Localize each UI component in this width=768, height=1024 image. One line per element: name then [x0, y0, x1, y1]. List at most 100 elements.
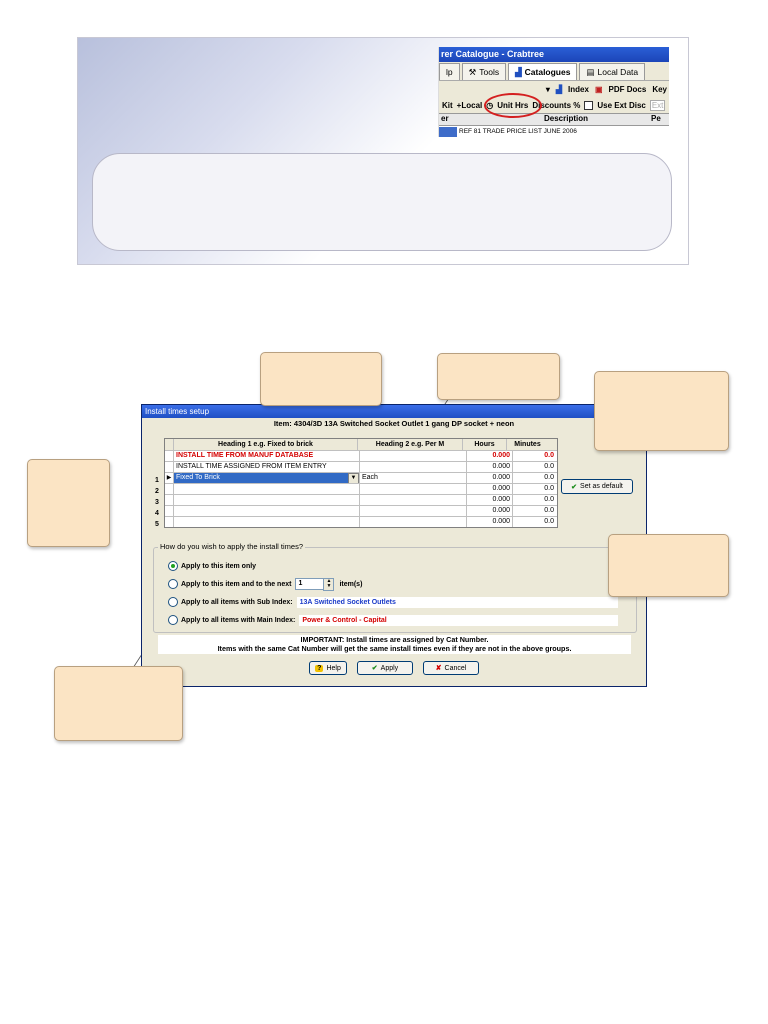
heading2-cell[interactable] [360, 451, 467, 461]
radio-main-index[interactable] [168, 615, 178, 625]
radio-this-item-only[interactable] [168, 561, 178, 571]
heading1-cell[interactable]: INSTALL TIME FROM MANUF DATABASE [174, 451, 360, 461]
hours-cell[interactable]: 0.000 [467, 506, 513, 516]
radio-next-items[interactable] [168, 579, 178, 589]
minutes-cell[interactable]: 0.0 [513, 451, 556, 461]
row-indicator[interactable] [165, 451, 174, 461]
install-times-dialog: Install times setup Item: 4304/3D 13A Sw… [141, 404, 647, 687]
option-sub-index-label: Apply to all items with Sub Index: [181, 598, 293, 606]
set-as-default-button[interactable]: ✔ Set as default [561, 479, 633, 494]
heading2-cell[interactable] [360, 495, 467, 505]
heading2-header: Heading 2 e.g. Per M [358, 439, 463, 450]
hours-cell[interactable]: 0.000 [467, 462, 513, 472]
table-row[interactable]: ▶ Fixed To Brick ▼ Each 0.000 0.0 [165, 473, 557, 484]
option-main-index-label: Apply to all items with Main Index: [181, 616, 296, 624]
row-number: 2 [155, 488, 159, 495]
apply-label: Apply [380, 664, 399, 672]
option-sub-index[interactable]: Apply to all items with Sub Index: 13A S… [168, 596, 618, 608]
table-row[interactable]: INSTALL TIME FROM MANUF DATABASE 0.000 0… [165, 451, 557, 462]
minutes-cell[interactable]: 0.0 [513, 473, 556, 483]
important-line-1: IMPORTANT: Install times are assigned by… [300, 635, 489, 644]
apply-question: How do you wish to apply the install tim… [158, 542, 305, 551]
important-note: IMPORTANT: Install times are assigned by… [158, 635, 631, 654]
row-indicator[interactable] [165, 484, 174, 494]
dialog-buttons: ? Help ✔ Apply ✘ Cancel [142, 661, 646, 675]
minutes-header: Minutes [514, 441, 541, 448]
heading2-cell[interactable] [360, 462, 467, 472]
minutes-cell[interactable]: 0.0 [513, 495, 556, 505]
cancel-x-icon: ✘ [435, 665, 442, 672]
table-row[interactable]: INSTALL TIME ASSIGNED FROM ITEM ENTRY 0.… [165, 462, 557, 473]
option-next-items-label: Apply to this item and to the next [181, 580, 292, 588]
heading1-header: Heading 1 e.g. Fixed to brick [174, 439, 358, 450]
header-indicator [165, 439, 174, 450]
grid-header: Heading 1 e.g. Fixed to brick Heading 2 … [165, 439, 557, 451]
callout-hours [594, 371, 729, 451]
dialog-title: Install times setup [142, 405, 646, 418]
hours-cell[interactable]: 0.000 [467, 473, 513, 483]
table-row[interactable]: 0.000 0.0 [165, 517, 557, 527]
sub-index-value: 13A Switched Socket Outlets [296, 596, 618, 608]
callout-set-default [608, 534, 729, 597]
checkmark-icon: ✔ [571, 483, 578, 491]
items-suffix: item(s) [339, 580, 363, 588]
spinner-arrows-icon[interactable]: ▲ ▼ [323, 578, 335, 591]
dropdown-arrow-icon[interactable]: ▼ [348, 473, 359, 483]
option-next-items[interactable]: Apply to this item and to the next 1 ▲ ▼ … [168, 578, 363, 591]
heading2-cell[interactable] [360, 517, 467, 527]
callout-heading1 [260, 352, 382, 406]
checkmark-icon: ✔ [371, 665, 378, 672]
heading2-cell[interactable]: Each [360, 473, 467, 483]
minutes-cell[interactable]: 0.0 [513, 517, 556, 527]
row-indicator[interactable] [165, 517, 174, 527]
radio-sub-index[interactable] [168, 597, 178, 607]
set-as-default-label: Set as default [580, 483, 623, 490]
row-number: 5 [155, 521, 159, 528]
install-times-grid: Heading 1 e.g. Fixed to brick Heading 2 … [164, 438, 558, 528]
option-this-item-only-label: Apply to this item only [181, 562, 257, 570]
apply-options-group: How do you wish to apply the install tim… [153, 542, 637, 633]
option-this-item-only[interactable]: Apply to this item only [168, 560, 256, 572]
heading1-cell[interactable]: INSTALL TIME ASSIGNED FROM ITEM ENTRY [174, 462, 360, 472]
current-row-arrow-icon[interactable]: ▶ [165, 473, 174, 483]
hours-cell[interactable]: 0.000 [467, 495, 513, 505]
heading1-dropdown[interactable]: Fixed To Brick ▼ [174, 473, 360, 483]
callout-apply-options [54, 666, 183, 741]
minutes-cell[interactable]: 0.0 [513, 484, 556, 494]
important-line-2: Items with the same Cat Number will get … [217, 644, 572, 653]
row-indicator[interactable] [165, 506, 174, 516]
heading2-cell[interactable] [360, 506, 467, 516]
heading2-cell[interactable] [360, 484, 467, 494]
row-number: 1 [155, 477, 159, 484]
heading1-cell[interactable] [174, 506, 360, 516]
callout-row-numbers [27, 459, 110, 547]
hours-cell[interactable]: 0.000 [467, 517, 513, 527]
row-indicator[interactable] [165, 462, 174, 472]
item-description: Item: 4304/3D 13A Switched Socket Outlet… [273, 419, 515, 428]
apply-button[interactable]: ✔ Apply [357, 661, 413, 675]
table-row[interactable]: 0.000 0.0 [165, 495, 557, 506]
help-label: Help [326, 664, 341, 672]
row-number: 4 [155, 510, 159, 517]
heading1-cell[interactable] [174, 484, 360, 494]
option-main-index[interactable]: Apply to all items with Main Index: Powe… [168, 614, 618, 626]
table-row[interactable]: 0.000 0.0 [165, 506, 557, 517]
cancel-button[interactable]: ✘ Cancel [423, 661, 479, 675]
help-icon: ? [315, 664, 324, 672]
next-count-value: 1 [298, 580, 303, 587]
table-row[interactable]: 0.000 0.0 [165, 484, 557, 495]
cancel-label: Cancel [444, 664, 467, 672]
help-button[interactable]: ? Help [309, 661, 347, 675]
heading1-dropdown-value: Fixed To Brick [176, 474, 220, 481]
row-indicator[interactable] [165, 495, 174, 505]
heading1-cell[interactable] [174, 517, 360, 527]
heading1-cell[interactable] [174, 495, 360, 505]
hours-header: Hours [463, 439, 507, 450]
hours-cell[interactable]: 0.000 [467, 451, 513, 461]
main-index-value: Power & Control - Capital [299, 614, 618, 626]
next-count-input[interactable]: 1 ▲ ▼ [295, 578, 335, 591]
hours-cell[interactable]: 0.000 [467, 484, 513, 494]
minutes-cell[interactable]: 0.0 [513, 506, 556, 516]
callout-heading2 [437, 353, 560, 400]
minutes-cell[interactable]: 0.0 [513, 462, 556, 472]
